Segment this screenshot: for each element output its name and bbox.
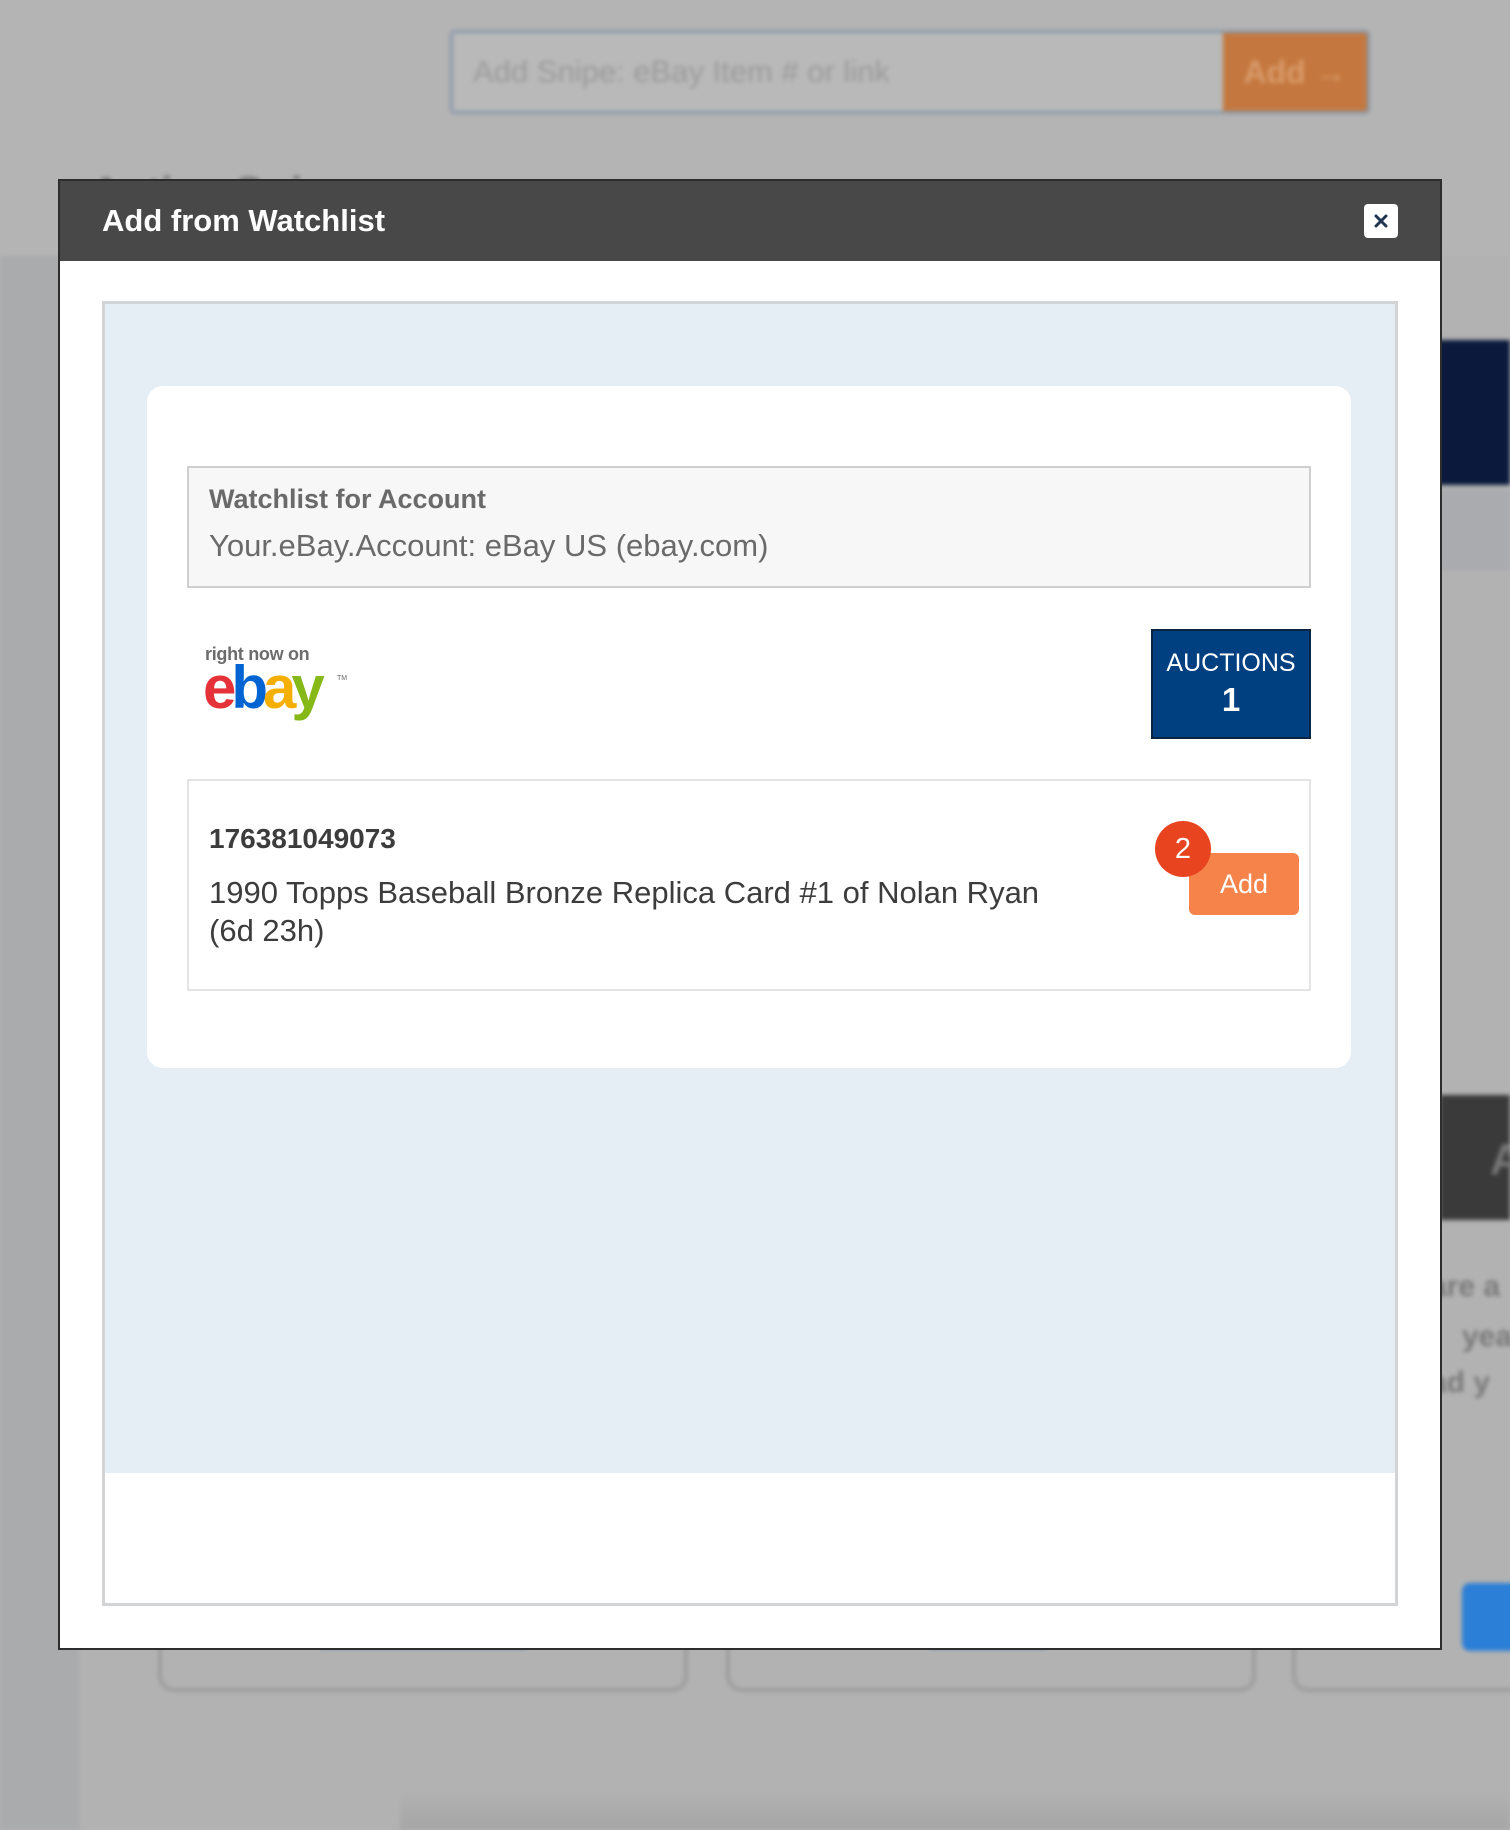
arrow-right-icon: →: [1314, 53, 1347, 90]
step-badge: 2: [1155, 821, 1211, 877]
watchlist-frame: Watchlist for Account Your.eBay.Account:…: [102, 301, 1398, 1606]
close-button[interactable]: [1364, 204, 1398, 238]
close-icon: [1374, 214, 1388, 228]
item-number: 176381049073: [209, 823, 396, 854]
list-item: 176381049073 1990 Topps Baseball Bronze …: [187, 779, 1311, 991]
background-bottom-shadow: [400, 1790, 1510, 1830]
account-label: Watchlist for Account: [209, 484, 487, 514]
svg-text:TM: TM: [337, 675, 347, 682]
ebay-wordmark-icon: ebay TM: [203, 658, 347, 721]
background-navy-block: [1430, 340, 1510, 485]
background-text-line: yea: [1462, 1320, 1510, 1353]
item-title: 1990 Topps Baseball Bronze Replica Card …: [209, 875, 1040, 948]
add-snipe-button[interactable]: Add →: [1223, 33, 1367, 111]
background-text-line: ad y: [1430, 1366, 1491, 1399]
ebay-logo: right now on ebay TM: [203, 644, 355, 724]
background-dark-panel: A: [1440, 1095, 1510, 1220]
account-value: Your.eBay.Account: eBay US (ebay.com): [209, 528, 769, 563]
add-snipe-bar: Add →: [450, 30, 1370, 114]
add-snipe-button-label: Add: [1243, 53, 1306, 90]
background-blue-button: [1462, 1583, 1510, 1651]
svg-text:ebay: ebay: [203, 658, 325, 721]
account-selector[interactable]: Watchlist for Account Your.eBay.Account:…: [187, 466, 1311, 588]
auctions-label: AUCTIONS: [1166, 649, 1296, 677]
background-text-line: are a: [1430, 1270, 1501, 1303]
modal-header: Add from Watchlist: [60, 181, 1440, 261]
add-snipe-input[interactable]: [453, 33, 1223, 111]
auctions-count: 1: [1221, 681, 1241, 718]
modal-title: Add from Watchlist: [102, 203, 386, 238]
background-band: [1430, 490, 1510, 570]
watchlist-card: Watchlist for Account Your.eBay.Account:…: [147, 386, 1351, 1068]
add-from-watchlist-modal: Add from Watchlist Watchlist for Account…: [60, 181, 1440, 1648]
auctions-count-badge: AUCTIONS 1: [1151, 629, 1311, 739]
watchlist-panel: Watchlist for Account Your.eBay.Account:…: [105, 304, 1395, 1473]
